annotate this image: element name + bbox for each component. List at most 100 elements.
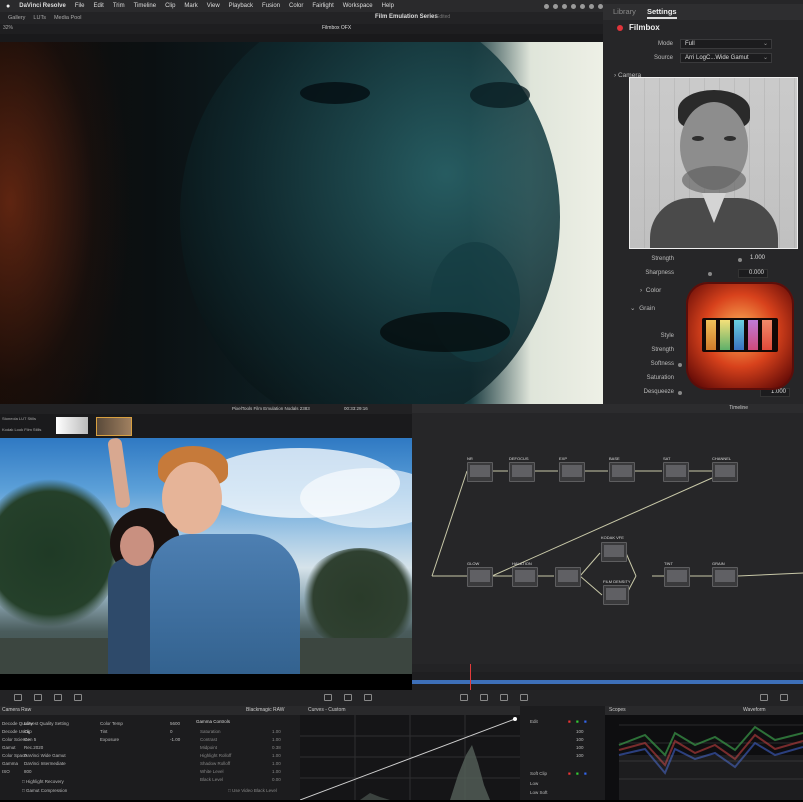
sharpness-value[interactable]: 0.000 [738,269,768,278]
gamma-row-value[interactable]: 1.00 [272,761,281,766]
node-glow[interactable] [467,567,493,587]
tab-library[interactable]: Library [613,7,636,16]
gamut-compression-check[interactable]: □ Gamut Compression [22,788,67,793]
softness-slider[interactable] [678,363,682,367]
menu-trim[interactable]: Trim [113,3,125,9]
media-pool-button[interactable]: Media Pool [54,15,82,21]
status-icon[interactable] [553,3,558,9]
node-unnamed[interactable] [555,567,581,587]
highlight-recovery-check[interactable]: □ Highlight Recovery [22,779,64,784]
desqueeze-slider[interactable] [678,391,682,395]
node-kodak-vfe[interactable] [601,542,627,562]
node-nr[interactable] [467,462,493,482]
node-base[interactable] [609,462,635,482]
curves-graph[interactable] [299,715,520,801]
toolbar-icon[interactable] [760,694,768,701]
raw-row-value[interactable]: Rec.2020 [24,745,43,750]
raw-row-value[interactable]: DaVinci Intermediate [24,761,66,766]
menu-file[interactable]: File [75,3,85,9]
raw-row-value[interactable]: 800 [24,769,32,774]
edit-value[interactable]: 100 [576,729,584,734]
strength-value[interactable]: 1.000 [738,255,768,264]
toolbar-icon[interactable] [364,694,372,701]
edit-value[interactable]: 100 [576,753,584,758]
curve-plot[interactable] [299,715,520,801]
edit-value[interactable]: 100 [576,745,584,750]
menu-fairlight[interactable]: Fairlight [312,3,333,9]
timecode[interactable]: 00:33:29:16 [344,406,368,411]
status-icon[interactable] [571,3,576,9]
color-row-value[interactable]: -1.00 [170,737,180,742]
blackmagic-raw-title[interactable]: Blackmagic RAW [246,707,284,713]
color-row-value[interactable]: 0 [170,729,173,734]
color-row-value[interactable]: 5600 [170,721,180,726]
status-icon[interactable] [580,3,585,9]
raw-row-value[interactable]: Lowest Quality Setting [24,721,69,726]
section-grain[interactable]: ⌄ Grain [630,304,655,312]
status-icon[interactable] [544,3,549,9]
channel-green-icon[interactable]: ■ [576,719,579,724]
waveform-scope[interactable] [605,715,803,800]
raw-row-value[interactable]: DaVinci Wide Gamut [24,753,66,758]
menu-mark[interactable]: Mark [184,3,197,9]
timeline-label[interactable]: Timeline [729,405,748,411]
viewer-closeup-face[interactable] [0,42,603,404]
node-sat[interactable] [663,462,689,482]
menu-color[interactable]: Color [289,3,303,9]
waveform-select[interactable]: Waveform [743,707,766,713]
menu-playback[interactable]: Playback [229,3,253,9]
toolbar-icon[interactable] [324,694,332,701]
node-halation[interactable] [512,567,538,587]
raw-row-value[interactable]: Clip [24,729,32,734]
node-exp[interactable] [559,462,585,482]
softclip-red-icon[interactable]: ■ [568,771,571,776]
menu-app[interactable]: DaVinci Resolve [19,3,66,9]
menu-fusion[interactable]: Fusion [262,3,280,9]
lut-browser-title[interactable]: Stoneola LUT Stills [2,416,36,421]
channel-blue-icon[interactable]: ■ [584,719,587,724]
toolbar-icon[interactable] [34,694,42,701]
mode-select[interactable]: Full ⌄ [680,39,772,49]
toolbar-icon[interactable] [344,694,352,701]
status-icon[interactable] [589,3,594,9]
tab-settings[interactable]: Settings [647,7,677,19]
section-color[interactable]: › Color [640,287,661,294]
toolbar-icon[interactable] [780,694,788,701]
menu-help[interactable]: Help [382,3,394,9]
softclip-blue-icon[interactable]: ■ [584,771,587,776]
apple-icon[interactable]: ● [6,3,10,10]
viewer-couple-shot[interactable] [0,438,412,674]
lut-thumbnail[interactable] [56,417,88,434]
status-icon[interactable] [562,3,567,9]
gamma-row-value[interactable]: 1.00 [272,737,281,742]
plugin-enable-icon[interactable] [617,25,623,31]
gallery-button[interactable]: Gallery [8,15,25,21]
source-select[interactable]: Arri LogC...Wide Gamut ⌄ [680,53,772,63]
viewer-node-name[interactable]: Filmbox OFX [322,25,351,31]
edit-value[interactable]: 100 [576,737,584,742]
sharpness-slider[interactable] [708,272,712,276]
node-film-density[interactable] [603,585,629,605]
lut-item[interactable]: Kodak Look Film Stills [2,427,41,432]
menu-timeline[interactable]: Timeline [134,3,156,9]
softclip-green-icon[interactable]: ■ [576,771,579,776]
menu-workspace[interactable]: Workspace [343,3,373,9]
toolbar-icon[interactable] [14,694,22,701]
menu-view[interactable]: View [207,3,220,9]
menu-edit[interactable]: Edit [94,3,104,9]
gamma-row-value[interactable]: 1.00 [272,729,281,734]
toolbar-icon[interactable] [500,694,508,701]
gamma-row-value[interactable]: 1.00 [272,769,281,774]
node-channel[interactable] [712,462,738,482]
zoom-level[interactable]: 32% [3,25,13,31]
node-grain[interactable] [712,567,738,587]
gamma-row-value[interactable]: 0.00 [272,777,281,782]
raw-row-value[interactable]: Gen 5 [24,737,36,742]
playhead[interactable] [470,664,471,690]
gamma-row-value[interactable]: 1.00 [272,753,281,758]
gamma-row-value[interactable]: 0.38 [272,745,281,750]
toolbar-icon[interactable] [54,694,62,701]
toolbar-icon[interactable] [520,694,528,701]
video-black-check[interactable]: □ Use Video Black Level [228,788,277,793]
menu-clip[interactable]: Clip [165,3,175,9]
